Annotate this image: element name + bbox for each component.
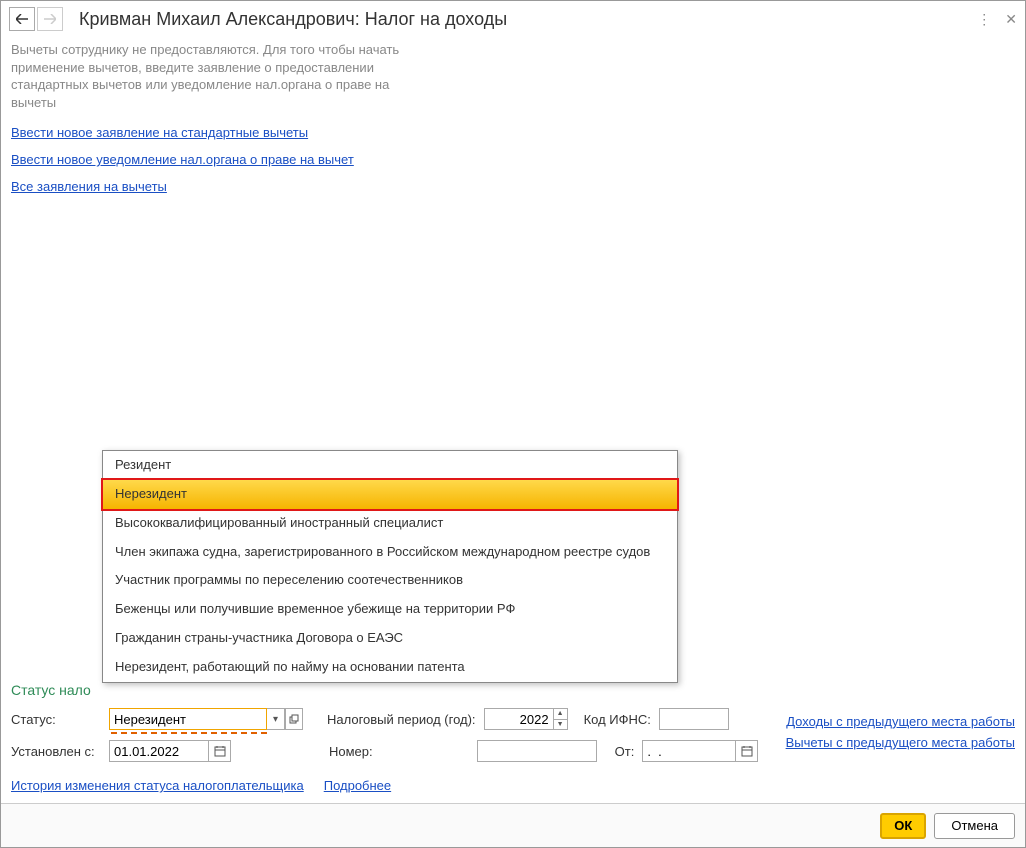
close-icon[interactable]: ✕ bbox=[1005, 11, 1017, 28]
info-text: Вычеты сотруднику не предоставляются. Дл… bbox=[11, 41, 411, 111]
dd-item[interactable]: Гражданин страны-участника Договора о ЕА… bbox=[103, 624, 677, 653]
calendar-icon[interactable] bbox=[209, 740, 231, 762]
set-from-input[interactable] bbox=[109, 740, 209, 762]
label-tax-period: Налоговый период (год): bbox=[327, 712, 476, 727]
status-input[interactable] bbox=[109, 708, 267, 730]
more-icon[interactable]: ⋮ bbox=[977, 11, 991, 28]
status-dropdown-toggle[interactable]: ▾ bbox=[267, 708, 285, 730]
status-dropdown-list[interactable]: Резидент Нерезидент Высококвалифицирован… bbox=[102, 450, 678, 683]
page-title: Кривман Михаил Александрович: Налог на д… bbox=[79, 9, 977, 30]
dd-item[interactable]: Член экипажа судна, зарегистрированного … bbox=[103, 538, 677, 567]
dd-item[interactable]: Резидент bbox=[103, 451, 677, 480]
nav-forward-button bbox=[37, 7, 63, 31]
label-set-from: Установлен с: bbox=[11, 744, 101, 759]
link-new-notice[interactable]: Ввести новое уведомление нал.органа о пр… bbox=[11, 152, 354, 167]
link-income-prev[interactable]: Доходы с предыдущего места работы bbox=[786, 714, 1015, 729]
label-ifns: Код ИФНС: bbox=[584, 712, 651, 727]
link-deductions-prev[interactable]: Вычеты с предыдущего места работы bbox=[786, 735, 1015, 750]
calendar-icon[interactable] bbox=[736, 740, 758, 762]
spinner-down-icon[interactable]: ▼ bbox=[554, 720, 567, 730]
label-status: Статус: bbox=[11, 712, 101, 727]
ifns-input[interactable] bbox=[659, 708, 729, 730]
dd-item-selected[interactable]: Нерезидент bbox=[101, 478, 679, 511]
dd-item[interactable]: Беженцы или получившие временное убежище… bbox=[103, 595, 677, 624]
link-history[interactable]: История изменения статуса налогоплательщ… bbox=[11, 778, 304, 793]
link-new-standard[interactable]: Ввести новое заявление на стандартные вы… bbox=[11, 125, 308, 140]
section-title: Статус нало bbox=[11, 682, 1015, 698]
cancel-button[interactable]: Отмена bbox=[934, 813, 1015, 839]
tax-period-spinner[interactable]: ▲ ▼ bbox=[554, 708, 568, 730]
tax-period-input[interactable] bbox=[484, 708, 554, 730]
from-date-input[interactable] bbox=[642, 740, 736, 762]
label-from: От: bbox=[615, 744, 635, 759]
label-number: Номер: bbox=[329, 744, 373, 759]
link-more[interactable]: Подробнее bbox=[324, 778, 391, 793]
link-all-applications[interactable]: Все заявления на вычеты bbox=[11, 179, 167, 194]
number-input[interactable] bbox=[477, 740, 597, 762]
dash-underline bbox=[111, 732, 267, 734]
ok-button[interactable]: ОК bbox=[880, 813, 926, 839]
dd-item[interactable]: Нерезидент, работающий по найму на основ… bbox=[103, 653, 677, 682]
spinner-up-icon[interactable]: ▲ bbox=[554, 709, 567, 720]
dd-item[interactable]: Участник программы по переселению соотеч… bbox=[103, 566, 677, 595]
nav-back-button[interactable] bbox=[9, 7, 35, 31]
dd-item[interactable]: Высококвалифицированный иностранный спец… bbox=[103, 509, 677, 538]
status-open-button[interactable] bbox=[285, 708, 303, 730]
